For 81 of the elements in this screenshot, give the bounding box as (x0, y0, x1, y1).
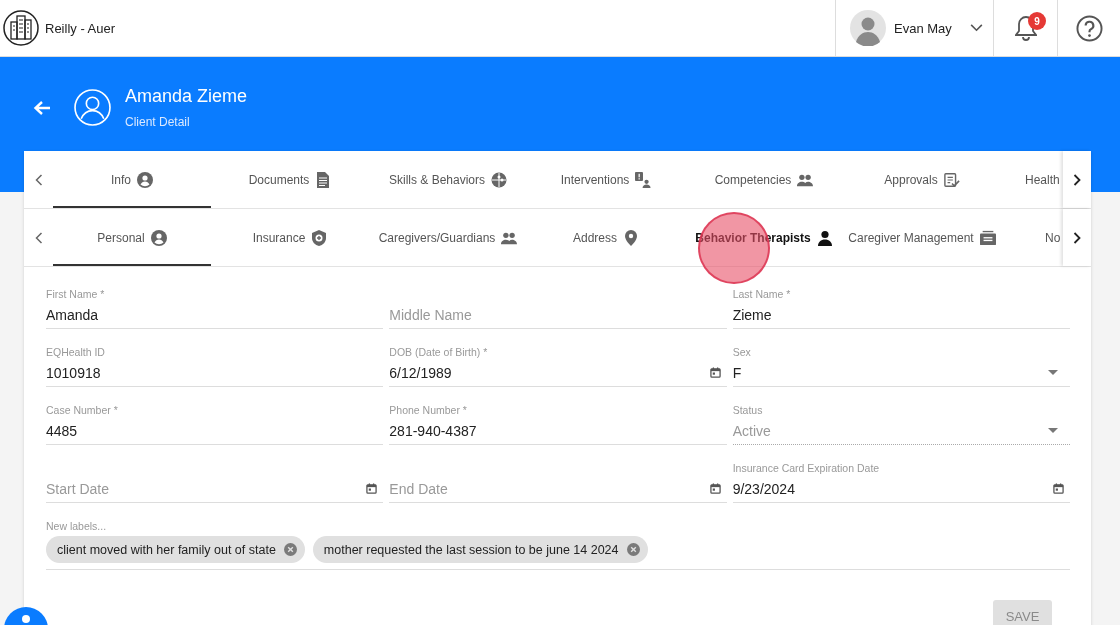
back-arrow-icon[interactable] (33, 100, 51, 116)
calendar-icon[interactable] (709, 367, 721, 378)
field-label: Phone Number * (389, 404, 467, 416)
input-field[interactable]: 1010918 (46, 359, 384, 387)
contact-card-icon (979, 229, 996, 246)
scroll-right-button[interactable] (1063, 209, 1091, 266)
placeholder-text: Middle Name (389, 306, 472, 323)
placeholder-text: Start Date (46, 480, 110, 497)
sub-tab[interactable]: Caregivers/Guardians (369, 209, 527, 266)
main-tab[interactable]: Skills & Behaviors (369, 151, 527, 208)
field-value: 9/23/2024 (732, 480, 795, 497)
chevron-left-icon (34, 231, 43, 244)
help-icon (1075, 14, 1103, 42)
field-value: F (732, 364, 742, 381)
field-value: 4485 (46, 422, 78, 439)
placeholder-text: End Date (389, 480, 448, 497)
field-value: Amanda (46, 306, 99, 323)
main-tab[interactable]: Competencies (685, 151, 843, 208)
date-field[interactable]: 6/12/1989 (389, 359, 727, 387)
field-label: DOB (Date of Birth) * (389, 346, 488, 358)
sub-tab[interactable]: Insurance (211, 209, 369, 266)
dropdown-caret-icon (1048, 428, 1058, 433)
select-field[interactable]: F (732, 359, 1070, 387)
calendar-icon[interactable] (709, 483, 721, 494)
main-tab[interactable]: Health (1001, 151, 1091, 208)
dropdown-caret-icon (1048, 370, 1058, 375)
field-label: Sex (732, 346, 751, 358)
field-label: EQHealth ID (46, 346, 105, 358)
chevron-right-icon (1073, 173, 1081, 186)
building-logo-icon (3, 10, 39, 46)
input-field[interactable]: 4485 (46, 417, 384, 445)
field-value: Active (732, 422, 771, 439)
chevron-down-icon (969, 24, 983, 32)
calendar-icon[interactable] (1053, 483, 1064, 494)
user-circle-icon (74, 89, 111, 126)
chevron-left-icon (34, 173, 43, 186)
field-label: First Name * (46, 288, 105, 300)
input-field[interactable]: Zieme (732, 301, 1070, 329)
user-menu[interactable]: Evan May (835, 0, 993, 56)
calendar-icon[interactable] (366, 483, 378, 494)
label-chip[interactable]: client moved with her family out of state (46, 536, 305, 563)
date-field[interactable]: 9/23/2024 (732, 475, 1070, 503)
client-name: Amanda Zieme (125, 86, 248, 107)
main-tab[interactable]: Documents (211, 151, 369, 208)
person-icon (816, 229, 833, 246)
document-icon (315, 171, 332, 188)
field-label: Last Name * (732, 288, 791, 300)
input-field[interactable]: Amanda (46, 301, 384, 329)
remove-icon[interactable] (283, 543, 297, 556)
user-icon (150, 229, 167, 246)
label-chip[interactable]: mother requested the last session to be june 14 2024 (312, 536, 648, 563)
user-icon (137, 171, 153, 188)
sub-tab[interactable]: Address (527, 209, 685, 266)
field-value: Zieme (732, 306, 772, 323)
scroll-right-button[interactable] (1063, 151, 1091, 208)
notification-count: 9 (1028, 12, 1046, 30)
location-pin-icon (623, 229, 639, 246)
field-label: Case Number * (46, 404, 118, 416)
main-tab[interactable]: Interventions (527, 151, 685, 208)
labels-field[interactable]: client moved with her family out of state mother requested the last session to be june 14 2024 (46, 533, 1070, 570)
organization-name: Reilly - Auer (45, 20, 116, 36)
avatar-icon (850, 10, 886, 46)
remove-icon[interactable] (626, 543, 640, 556)
field-value: 6/12/1989 (389, 364, 452, 381)
checklist-icon (943, 171, 960, 188)
alert-person-icon (635, 171, 652, 188)
chevron-right-icon (1073, 231, 1081, 244)
field-label: Status (732, 404, 763, 416)
page-subtitle: Client Detail (125, 115, 191, 129)
main-tab[interactable]: Approvals (843, 151, 1001, 208)
main-tab[interactable]: Info (53, 151, 211, 208)
field-label: Insurance Card Expiration Date (732, 462, 880, 474)
sub-tab[interactable]: No (1001, 209, 1091, 266)
field-value: 281-940-4387 (389, 422, 477, 439)
shield-icon (311, 229, 328, 246)
field-label: New labels... (46, 520, 107, 532)
sub-tab[interactable]: Personal (53, 209, 211, 266)
field-value: 1010918 (46, 364, 101, 381)
input-field[interactable]: 281-940-4387 (389, 417, 727, 445)
notifications-button[interactable]: 9 (993, 0, 1057, 56)
sub-tab[interactable]: Caregiver Management (843, 209, 1001, 266)
